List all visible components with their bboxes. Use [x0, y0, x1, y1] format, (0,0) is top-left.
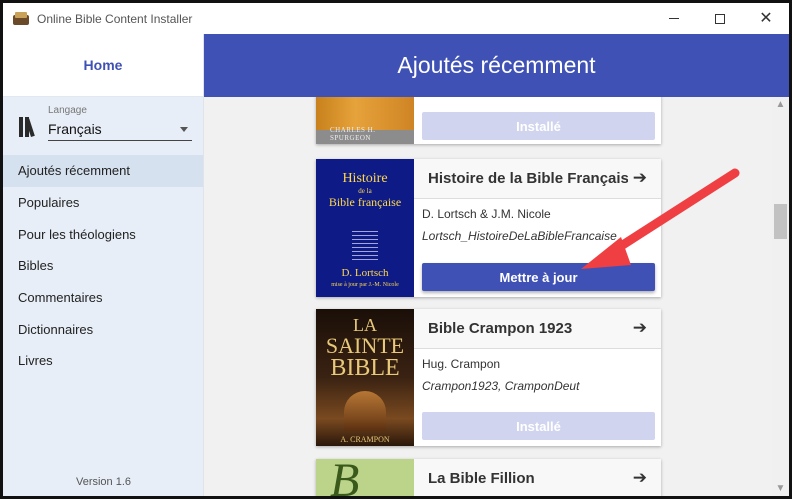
card-module-id: Crampon1923, CramponDeut: [422, 379, 580, 393]
sidebar-item-label: Dictionnaires: [18, 321, 94, 337]
scroll-thumb[interactable]: [774, 204, 787, 239]
card-title-row[interactable]: Bible Crampon 1923 ➔: [414, 309, 661, 349]
sidebar-item-recent[interactable]: Ajoutés récemment: [3, 155, 203, 187]
arrow-right-icon[interactable]: ➔: [633, 468, 647, 488]
installed-button[interactable]: Installé: [422, 412, 655, 440]
minimize-button[interactable]: [651, 3, 697, 34]
version-label: Version 1.6: [75, 476, 132, 488]
button-label: Installé: [516, 118, 561, 134]
book-cover[interactable]: LA SAINTE BIBLE A. CRAMPON: [316, 309, 414, 446]
sidebar: Home Langage Français Ajoutés récemment …: [3, 34, 204, 496]
update-button[interactable]: Mettre à jour: [422, 263, 655, 291]
page-header: Ajoutés récemment: [204, 34, 789, 97]
cover-letter: B: [330, 459, 360, 496]
sidebar-item-label: Livres: [18, 353, 53, 369]
sidebar-item-theologians[interactable]: Pour les théologiens: [3, 218, 203, 250]
button-label: Mettre à jour: [499, 269, 578, 285]
book-cover[interactable]: B: [316, 459, 414, 496]
language-caption: Langage: [48, 105, 87, 116]
card-author: Hug. Crampon: [422, 357, 501, 371]
close-button[interactable]: ✕: [743, 3, 789, 34]
minimize-icon: [669, 18, 679, 19]
home-tab[interactable]: Home: [3, 34, 203, 97]
cover-title-line: Bible française: [328, 195, 402, 209]
title-bar[interactable]: Online Bible Content Installer ✕: [3, 3, 789, 34]
button-label: Installé: [516, 418, 561, 434]
cover-title-line: BIBLE: [330, 355, 400, 381]
book-card: CHARLES H. SPURGEON Installé: [316, 97, 661, 144]
sidebar-item-label: Commentaires: [18, 290, 103, 306]
arrow-right-icon[interactable]: ➔: [633, 318, 647, 338]
cover-author: D. Lortsch: [341, 267, 389, 279]
sidebar-nav: Ajoutés récemment Populaires Pour les th…: [3, 155, 203, 377]
book-cover[interactable]: Histoire de la Bible française D. Lortsc…: [316, 159, 414, 297]
card-title-row[interactable]: Histoire de la Bible Française ➔: [414, 159, 661, 199]
maximize-button[interactable]: [697, 3, 743, 34]
sidebar-item-label: Bibles: [18, 258, 54, 274]
book-cover[interactable]: CHARLES H. SPURGEON: [316, 97, 414, 144]
chevron-down-icon: [180, 127, 188, 132]
cover-title-line: de la: [358, 187, 372, 195]
card-title: La Bible Fillion: [428, 470, 535, 487]
arrow-right-icon[interactable]: ➔: [633, 168, 647, 188]
cover-band: CHARLES H. SPURGEON: [316, 126, 414, 144]
cover-author: A. CRAMPON: [340, 435, 390, 444]
scroll-up-icon[interactable]: ▲: [772, 99, 789, 110]
card-author: D. Lortsch & J.M. Nicole: [422, 207, 551, 221]
cover-illustration: [344, 391, 386, 431]
books-icon: [19, 117, 41, 137]
cover-text: CHARLES H. SPURGEON: [330, 126, 376, 142]
app-icon: [13, 11, 29, 26]
cover-title-line: Histoire: [342, 171, 388, 186]
language-dropdown[interactable]: Français: [48, 119, 192, 141]
sidebar-item-label: Populaires: [18, 195, 80, 211]
page-title: Ajoutés récemment: [397, 52, 596, 78]
content-list[interactable]: CHARLES H. SPURGEON Installé Histoire de…: [204, 97, 789, 496]
vertical-scrollbar[interactable]: ▲ ▼: [772, 97, 789, 496]
sidebar-item-popular[interactable]: Populaires: [3, 187, 203, 219]
sidebar-item-label: Pour les théologiens: [18, 226, 136, 242]
close-icon: ✕: [759, 9, 773, 27]
sidebar-item-bibles[interactable]: Bibles: [3, 250, 203, 282]
card-title: Bible Crampon 1923: [428, 320, 573, 337]
language-selector: Langage Français: [3, 97, 203, 153]
installed-button[interactable]: Installé: [422, 112, 655, 140]
book-card: B La Bible Fillion ➔: [316, 459, 661, 496]
scroll-down-icon[interactable]: ▼: [772, 483, 789, 494]
card-title-row[interactable]: La Bible Fillion ➔: [414, 459, 661, 496]
home-label: Home: [83, 57, 123, 73]
sidebar-item-books[interactable]: Livres: [3, 345, 203, 377]
book-card: Histoire de la Bible française D. Lortsc…: [316, 159, 661, 297]
maximize-icon: [715, 13, 725, 24]
cover-subtitle: mise à jour par J.-M. Nicole: [331, 282, 399, 288]
sidebar-item-dictionaries[interactable]: Dictionnaires: [3, 313, 203, 345]
sidebar-item-label: Ajoutés récemment: [18, 163, 130, 179]
sidebar-item-commentaries[interactable]: Commentaires: [3, 282, 203, 314]
card-title: Histoire de la Bible Française: [428, 170, 628, 187]
window-title: Online Bible Content Installer: [37, 11, 193, 26]
cover-text-block: [352, 231, 378, 261]
card-module-id: Lortsch_HistoireDeLaBibleFrancaise: [422, 229, 617, 243]
language-value: Français: [48, 121, 102, 137]
window-controls: ✕: [651, 3, 789, 34]
book-card: LA SAINTE BIBLE A. CRAMPON Bible Crampon…: [316, 309, 661, 446]
app-window: Online Bible Content Installer ✕ Home La…: [0, 0, 792, 499]
